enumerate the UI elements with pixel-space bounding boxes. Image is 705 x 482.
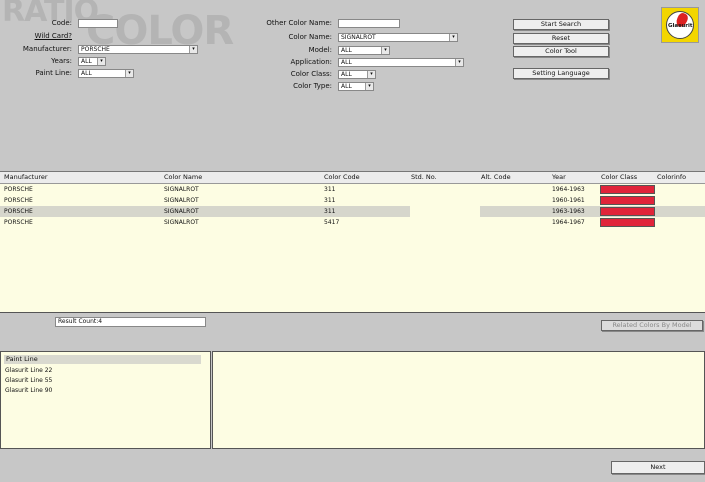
manufacturer-select-value: PORSCHE	[81, 46, 110, 53]
model-label: Model:	[308, 46, 332, 54]
list-item[interactable]: Glasurit Line 90	[5, 387, 52, 394]
application-select[interactable]: ALL ▾	[338, 58, 464, 67]
column-header-year[interactable]: Year	[552, 173, 566, 181]
cell-year: 1960-1961	[552, 197, 585, 204]
cell-color-name: SIGNALROT	[164, 197, 199, 204]
color-name-label: Color Name:	[288, 33, 332, 41]
table-row[interactable]: PORSCHE SIGNALROT 311 1964-1963	[0, 184, 705, 195]
column-header-manufacturer[interactable]: Manufacturer	[4, 173, 48, 181]
cell-manufacturer: PORSCHE	[4, 186, 33, 193]
column-header-alt-code[interactable]: Alt. Code	[481, 173, 511, 181]
color-class-select[interactable]: ALL ▾	[338, 70, 376, 79]
color-tool-button[interactable]: Color Tool	[513, 46, 609, 57]
cell-color-name: SIGNALROT	[164, 186, 199, 193]
chevron-down-icon: ▾	[367, 71, 375, 78]
years-select-value: ALL	[81, 58, 92, 65]
model-select[interactable]: ALL ▾	[338, 46, 390, 55]
color-type-select-value: ALL	[341, 83, 352, 90]
column-header-color-code[interactable]: Color Code	[324, 173, 360, 181]
logo-text: Glasurit	[668, 23, 693, 29]
paint-line-select-value: ALL	[81, 70, 92, 77]
table-row[interactable]: PORSCHE SIGNALROT 5417 1964-1967	[0, 217, 705, 228]
cell-manufacturer: PORSCHE	[4, 197, 33, 204]
cell-color-code: 311	[324, 197, 336, 204]
column-header-colorinfo[interactable]: Colorinfo	[657, 173, 686, 181]
cell-year: 1964-1963	[552, 186, 585, 193]
paint-line-label: Paint Line:	[35, 69, 73, 77]
chevron-down-icon: ▾	[189, 46, 197, 53]
model-select-value: ALL	[341, 47, 352, 54]
code-input[interactable]	[78, 19, 118, 28]
results-table: Manufacturer Color Name Color Code Std. …	[0, 171, 705, 313]
color-swatch[interactable]	[600, 218, 655, 227]
cell-year: 1963-1963	[552, 208, 585, 215]
cell-year: 1964-1967	[552, 219, 585, 226]
next-button[interactable]: Next	[611, 461, 705, 474]
setting-language-button[interactable]: Setting Language	[513, 68, 609, 79]
cell-color-name: SIGNALROT	[164, 219, 199, 226]
other-color-name-input[interactable]	[338, 19, 400, 28]
reset-button[interactable]: Reset	[513, 33, 609, 44]
list-item[interactable]: Glasurit Line 22	[5, 367, 52, 374]
chevron-down-icon: ▾	[449, 34, 457, 41]
table-row[interactable]: PORSCHE SIGNALROT 311 1960-1961	[0, 195, 705, 206]
paint-line-list-header: Paint Line	[4, 355, 201, 364]
cell-manufacturer: PORSCHE	[4, 208, 33, 215]
table-row-selected[interactable]: PORSCHE SIGNALROT 311 1963-1963	[0, 206, 705, 217]
chevron-down-icon: ▾	[97, 58, 105, 65]
result-count-field: Result Count:4	[55, 317, 206, 327]
chevron-down-icon: ▾	[365, 83, 373, 90]
cell-color-code: 5417	[324, 219, 340, 226]
manufacturer-select[interactable]: PORSCHE ▾	[78, 45, 198, 54]
application-select-value: ALL	[341, 59, 352, 66]
years-label: Years:	[51, 57, 72, 65]
color-type-select[interactable]: ALL ▾	[338, 82, 374, 91]
glasurit-logo: Glasurit	[661, 7, 699, 43]
color-class-select-value: ALL	[341, 71, 352, 78]
color-swatch[interactable]	[600, 207, 655, 216]
years-select[interactable]: ALL ▾	[78, 57, 106, 66]
column-header-std-no[interactable]: Std. No.	[411, 173, 437, 181]
cell-manufacturer: PORSCHE	[4, 219, 33, 226]
color-name-select-value: SIGNALROT	[341, 34, 376, 41]
other-color-name-label: Other Color Name:	[266, 19, 332, 27]
column-header-color-name[interactable]: Color Name	[164, 173, 202, 181]
application-label: Application:	[290, 58, 332, 66]
cell-color-code: 311	[324, 186, 336, 193]
start-search-button[interactable]: Start Search	[513, 19, 609, 30]
cell-std-no	[410, 206, 480, 217]
paint-line-select[interactable]: ALL ▾	[78, 69, 134, 78]
color-type-label: Color Type:	[293, 82, 332, 90]
paint-line-list: Paint Line Glasurit Line 22 Glasurit Lin…	[0, 351, 211, 449]
chevron-down-icon: ▾	[125, 70, 133, 77]
code-label: Code:	[51, 19, 72, 27]
cell-color-name: SIGNALROT	[164, 208, 199, 215]
chevron-down-icon: ▾	[381, 47, 389, 54]
column-header-color-class[interactable]: Color Class	[601, 173, 637, 181]
cell-color-code: 311	[324, 208, 336, 215]
color-swatch[interactable]	[600, 196, 655, 205]
wildcard-link[interactable]: Wild Card?	[20, 32, 72, 40]
results-table-header: Manufacturer Color Name Color Code Std. …	[0, 172, 705, 184]
related-colors-button[interactable]: Related Colors By Model	[601, 320, 703, 331]
color-class-label: Color Class:	[290, 70, 332, 78]
detail-panel	[212, 351, 705, 449]
chevron-down-icon: ▾	[455, 59, 463, 66]
manufacturer-label: Manufacturer:	[22, 45, 72, 53]
color-name-select[interactable]: SIGNALROT ▾	[338, 33, 458, 42]
color-swatch[interactable]	[600, 185, 655, 194]
list-item[interactable]: Glasurit Line 55	[5, 377, 52, 384]
logo-badge-icon: Glasurit	[666, 11, 694, 39]
